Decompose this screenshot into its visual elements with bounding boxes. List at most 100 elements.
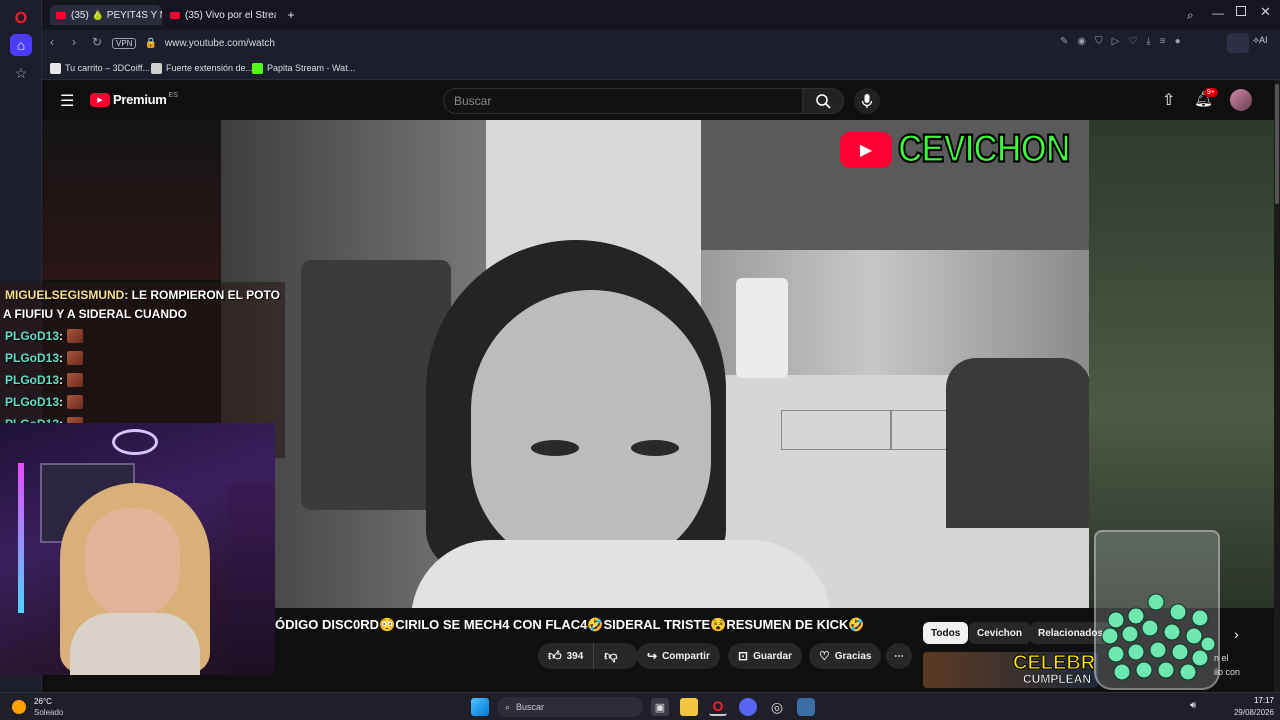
jar-shape	[736, 278, 788, 378]
close-icon[interactable]: ✕	[1260, 4, 1271, 20]
bookmark-label: Papita Stream - Wat...	[267, 63, 356, 73]
bookmark-item[interactable]: Tu carrito – 3DCoiff...	[50, 61, 150, 75]
minimize-icon[interactable]: —	[1212, 6, 1224, 20]
address-bar-row: ‹ › ↻ VPN 🔒 www.youtube.com/watch ✎ ◉ ⛉ …	[42, 30, 1280, 56]
clock-time: 17:17	[1253, 696, 1274, 705]
settings-icon[interactable]	[797, 698, 815, 716]
emote-icon	[67, 351, 84, 365]
search-tabs-icon[interactable]: ⌕	[1187, 8, 1194, 23]
emote-icon	[67, 373, 84, 387]
search-placeholder: Buscar	[454, 94, 492, 108]
volume-icon[interactable]: 🔊︎	[1190, 700, 1196, 711]
bookmarks-bar: Tu carrito – 3DCoiff... Fuerte extensión…	[42, 56, 1280, 80]
file-explorer-icon[interactable]	[680, 698, 698, 716]
taskbar: 26°C Soleado ⌕ Buscar ▣ O ◎ 🔊︎ 17:17 29/…	[0, 692, 1280, 720]
new-tab-button[interactable]: +	[282, 5, 300, 25]
extensions-icon[interactable]	[1227, 33, 1249, 53]
ai-label: AI	[1258, 35, 1268, 45]
chat-message: MIGUELSEGISMUND : LE ROMPIERON EL POTO	[5, 288, 280, 302]
windows-start-icon[interactable]	[471, 698, 489, 716]
chat-text: :	[59, 373, 64, 387]
profile-icon[interactable]: ●	[1175, 36, 1181, 47]
streamer-top	[70, 613, 200, 675]
menu-icon[interactable]: ≡	[1160, 36, 1166, 47]
search-icon	[816, 94, 831, 109]
thumb-subtitle: CUMPLEAN	[1023, 672, 1092, 687]
mic-button[interactable]	[854, 88, 880, 114]
video-frame[interactable]: ▶ CEVICHON	[221, 120, 1089, 608]
vpn-badge[interactable]: VPN	[112, 37, 137, 49]
camera-icon[interactable]: ◉	[1077, 36, 1086, 47]
eye-shape	[531, 440, 579, 456]
like-button[interactable]: 👍︎ 394	[538, 643, 595, 669]
download-icon[interactable]: ⤓	[1146, 36, 1150, 47]
clover-pile-icon	[1101, 593, 1216, 681]
thanks-button[interactable]: ♡ Gracias	[809, 643, 882, 669]
youtube-play-icon: ▶	[840, 131, 892, 168]
thanks-label: Gracias	[834, 650, 872, 662]
chip-todos[interactable]: Todos	[923, 622, 969, 644]
tab-streaming[interactable]: (35) Vivo por el Streaming	[164, 5, 276, 25]
weather-icon[interactable]	[12, 700, 26, 714]
like-count: 394	[566, 650, 584, 662]
share-button[interactable]: ↪ Compartir	[637, 643, 720, 669]
ai-button[interactable]: ⟡AI	[1253, 35, 1267, 46]
tab-active[interactable]: (35) 🍐 PEYIT4S Y M3S	[50, 5, 162, 25]
chat-text: : LE ROMPIERON EL POTO	[124, 288, 280, 302]
forward-icon[interactable]: ›	[72, 35, 76, 49]
thumbs-down-icon: 👎︎	[604, 648, 618, 663]
discord-icon[interactable]	[739, 698, 757, 716]
upload-icon[interactable]: ⇧	[1162, 90, 1175, 110]
search-button[interactable]	[802, 88, 844, 114]
edit-icon[interactable]: ✎	[1060, 36, 1068, 47]
search-input[interactable]: Buscar	[443, 88, 803, 114]
shield-icon[interactable]: ⛉	[1095, 36, 1103, 47]
hamburger-icon[interactable]: ☰	[60, 91, 74, 111]
play-icon[interactable]: ▷	[1112, 36, 1120, 47]
opera-icon[interactable]: O	[709, 698, 727, 716]
reload-icon[interactable]: ↻	[92, 35, 102, 49]
heart-icon[interactable]: ♡	[1128, 36, 1137, 47]
taskbar-search-label: Buscar	[516, 702, 545, 712]
brand-label: Premium	[113, 92, 167, 107]
task-view-icon[interactable]: ▣	[651, 698, 669, 716]
star-icon[interactable]: ☆	[10, 62, 32, 84]
youtube-logo[interactable]: ▶ Premium ES	[90, 92, 178, 107]
related-video-thumbnail[interactable]: CELEBR CUMPLEAN	[923, 652, 1098, 688]
eye-shape	[631, 440, 679, 456]
chat-username: PLGoD13	[5, 395, 60, 409]
chat-message: PLGoD13 :	[5, 329, 84, 343]
obs-icon[interactable]: ◎	[768, 698, 786, 716]
scrollbar[interactable]	[1274, 80, 1280, 692]
bookmark-item[interactable]: Papita Stream - Wat...	[252, 61, 355, 75]
bookmark-icon: ⊡	[738, 649, 749, 663]
drawer-shape	[781, 410, 891, 450]
save-label: Guardar	[753, 650, 792, 662]
more-button[interactable]: ⋯	[886, 643, 912, 669]
thumbs-up-icon: 👍︎	[548, 648, 562, 663]
tab-label: (35) 🍐 PEYIT4S Y M3S	[71, 9, 162, 21]
chevron-right-icon[interactable]: ›	[1234, 626, 1239, 642]
bookmark-item[interactable]: Fuerte extensión de...	[151, 61, 253, 75]
url-text: www.youtube.com/watch	[164, 37, 275, 49]
share-label: Compartir	[662, 650, 710, 662]
chip-cevichon[interactable]: Cevichon	[969, 622, 1031, 644]
chat-username: PLGoD13	[5, 329, 60, 343]
chat-message: A FIUFIU Y A SIDERAL CUANDO	[3, 307, 187, 321]
save-button[interactable]: ⊡ Guardar	[728, 643, 802, 669]
face-shape	[471, 290, 711, 570]
home-icon[interactable]: ⌂	[10, 34, 32, 56]
dislike-button[interactable]: 👎︎	[594, 643, 627, 669]
youtube-header: ☰ ▶ Premium ES Buscar ⇧ 🔔︎ 9+	[42, 80, 1274, 120]
channel-overlay: ▶ CEVICHON	[840, 126, 1071, 172]
more-icon: ⋯	[894, 650, 904, 662]
opera-logo-icon[interactable]: O	[10, 8, 32, 30]
maximize-icon[interactable]	[1236, 6, 1246, 16]
avatar[interactable]	[1230, 89, 1252, 111]
shirt-shape	[411, 540, 831, 608]
weather-label: Soleado	[34, 708, 64, 717]
scrollbar-thumb[interactable]	[1275, 84, 1279, 204]
taskbar-search[interactable]: ⌕ Buscar	[497, 697, 643, 717]
emote-icon	[67, 329, 84, 343]
back-icon[interactable]: ‹	[50, 35, 54, 49]
